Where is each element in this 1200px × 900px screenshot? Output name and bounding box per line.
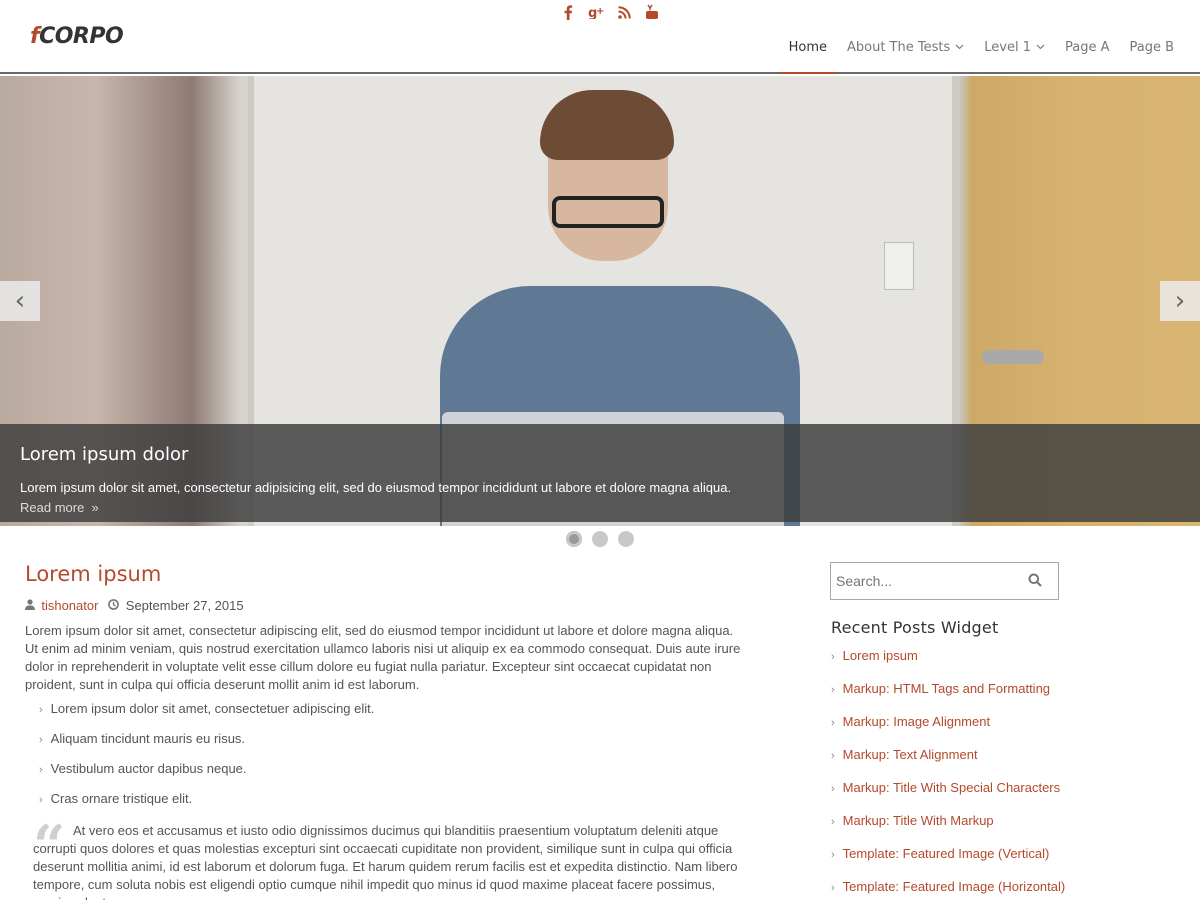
recent-post-link[interactable]: Lorem ipsum [843, 648, 918, 663]
read-more-label: Read more [20, 500, 85, 515]
chevron-right-icon: › [831, 882, 835, 894]
post-paragraph: Lorem ipsum dolor sit amet, consectetur … [25, 623, 741, 692]
nav-item-label: Page A [1064, 40, 1110, 55]
slider-dot[interactable] [618, 531, 634, 547]
recent-post-link[interactable]: Markup: Title With Special Characters [843, 780, 1060, 795]
site-header: fCORPO g+ Home About The Tests Level 1 [0, 0, 1200, 74]
post-title[interactable]: Lorem ipsum [25, 562, 750, 586]
list-item[interactable]: › Template: Featured Image (Vertical) [831, 845, 1065, 878]
nav-item-level-1[interactable]: Level 1 [974, 40, 1055, 74]
recent-post-link[interactable]: Markup: Title With Markup [843, 813, 994, 828]
nav-item-label: Home [788, 40, 827, 55]
recent-post-link[interactable]: Markup: Text Alignment [843, 747, 978, 762]
date-text: September 27, 2015 [125, 598, 244, 613]
list-item-text: Aliquam tincidunt mauris eu risus. [50, 731, 246, 746]
read-more-link[interactable]: Read more » [20, 500, 99, 515]
double-chevron-right-icon: » [87, 500, 99, 515]
main-navigation: Home About The Tests Level 1 Page A Page… [778, 40, 1184, 74]
search-form [830, 562, 1059, 600]
widget-title: Recent Posts Widget [831, 618, 999, 637]
post-date: September 27, 2015 [108, 598, 244, 613]
list-item[interactable]: › Lorem ipsum [831, 647, 1065, 680]
slide-title: Lorem ipsum dolor [20, 444, 189, 465]
rss-icon[interactable] [616, 4, 632, 20]
list-item: › Lorem ipsum dolor sit amet, consectetue… [39, 700, 750, 730]
list-item-text: Vestibulum auctor dapibus neque. [50, 761, 247, 776]
chevron-right-icon: › [831, 651, 835, 663]
quote-icon: “ [33, 813, 66, 879]
recent-post-link[interactable]: Markup: HTML Tags and Formatting [843, 681, 1050, 696]
list-item[interactable]: › Markup: Title With Markup [831, 812, 1065, 845]
hero-slider: Lorem ipsum dolor Lorem ipsum dolor sit … [0, 76, 1200, 526]
list-item-text: Cras ornare tristique elit. [50, 791, 193, 806]
slide-text: Lorem ipsum dolor sit amet, consectetur … [20, 480, 732, 495]
chevron-right-icon: › [39, 764, 43, 776]
post-list: › Lorem ipsum dolor sit amet, consectetue… [25, 700, 750, 820]
svg-text:+: + [596, 6, 604, 17]
nav-item-about-the-tests[interactable]: About The Tests [837, 40, 974, 74]
facebook-icon[interactable] [560, 4, 576, 20]
slider-prev-button[interactable]: ‹ [0, 281, 40, 321]
search-input[interactable] [831, 563, 1021, 599]
youtube-icon[interactable] [644, 4, 660, 20]
post-article: Lorem ipsum tishonator September 27, 201… [25, 562, 750, 900]
site-logo[interactable]: fCORPO [30, 24, 124, 49]
slider-next-button[interactable]: › [1160, 281, 1200, 321]
recent-post-link[interactable]: Markup: Image Alignment [843, 714, 990, 729]
google-plus-icon[interactable]: g + [588, 4, 604, 20]
list-item: › Cras ornare tristique elit. [39, 790, 750, 820]
list-item[interactable]: › Template: Featured Image (Horizontal) [831, 878, 1065, 900]
list-item: › Vestibulum auctor dapibus neque. [39, 760, 750, 790]
quote-text: At vero eos et accusamus et iusto odio d… [33, 823, 738, 900]
author-name: tishonator [41, 598, 99, 613]
clock-icon [108, 599, 122, 613]
chevron-down-icon [955, 43, 964, 53]
chevron-right-icon: › [831, 750, 835, 762]
chevron-right-icon: › [831, 684, 835, 696]
chevron-left-icon: ‹ [14, 286, 26, 316]
slide-caption: Lorem ipsum dolor Lorem ipsum dolor sit … [0, 424, 1200, 522]
chevron-right-icon: › [1174, 286, 1186, 316]
nav-item-page-b[interactable]: Page B [1119, 40, 1184, 74]
list-item[interactable]: › Markup: Image Alignment [831, 713, 1065, 746]
user-icon [25, 599, 38, 613]
list-item-text: Lorem ipsum dolor sit amet, consectetuer… [50, 701, 375, 716]
logo-name: CORPO [39, 24, 124, 49]
nav-item-label: Level 1 [984, 40, 1031, 55]
chevron-down-icon [1036, 43, 1045, 53]
chevron-right-icon: › [39, 734, 43, 746]
slider-dot[interactable] [566, 531, 582, 547]
list-item[interactable]: › Markup: Text Alignment [831, 746, 1065, 779]
recent-post-link[interactable]: Template: Featured Image (Vertical) [843, 846, 1050, 861]
list-item[interactable]: › Markup: Title With Special Characters [831, 779, 1065, 812]
nav-item-home[interactable]: Home [778, 40, 838, 74]
chevron-right-icon: › [831, 783, 835, 795]
chevron-right-icon: › [39, 794, 43, 806]
post-author[interactable]: tishonator [25, 598, 98, 613]
slide-image-detail [982, 350, 1044, 364]
nav-item-label: About The Tests [846, 40, 951, 55]
nav-item-page-a[interactable]: Page A [1055, 40, 1120, 74]
social-links: g + [560, 4, 660, 20]
chevron-right-icon: › [831, 816, 835, 828]
chevron-right-icon: › [39, 704, 43, 716]
search-icon[interactable] [1028, 573, 1044, 589]
chevron-right-icon: › [831, 849, 835, 861]
list-item[interactable]: › Markup: HTML Tags and Formatting [831, 680, 1065, 713]
slider-pagination [566, 531, 634, 547]
recent-posts-list: › Lorem ipsum › Markup: HTML Tags and Form… [831, 647, 1065, 900]
slide-image-detail [540, 90, 674, 160]
slide-image-detail [884, 242, 914, 290]
blockquote: “ At vero eos et accusamus et iusto odio… [25, 818, 743, 900]
post-meta: tishonator September 27, 2015 [25, 598, 750, 613]
list-item: › Aliquam tincidunt mauris eu risus. [39, 730, 750, 760]
slider-dot[interactable] [592, 531, 608, 547]
nav-item-label: Page B [1129, 40, 1174, 55]
logo-prefix: f [30, 24, 40, 49]
chevron-right-icon: › [831, 717, 835, 729]
slide-image-detail [552, 196, 664, 228]
recent-post-link[interactable]: Template: Featured Image (Horizontal) [843, 879, 1066, 894]
